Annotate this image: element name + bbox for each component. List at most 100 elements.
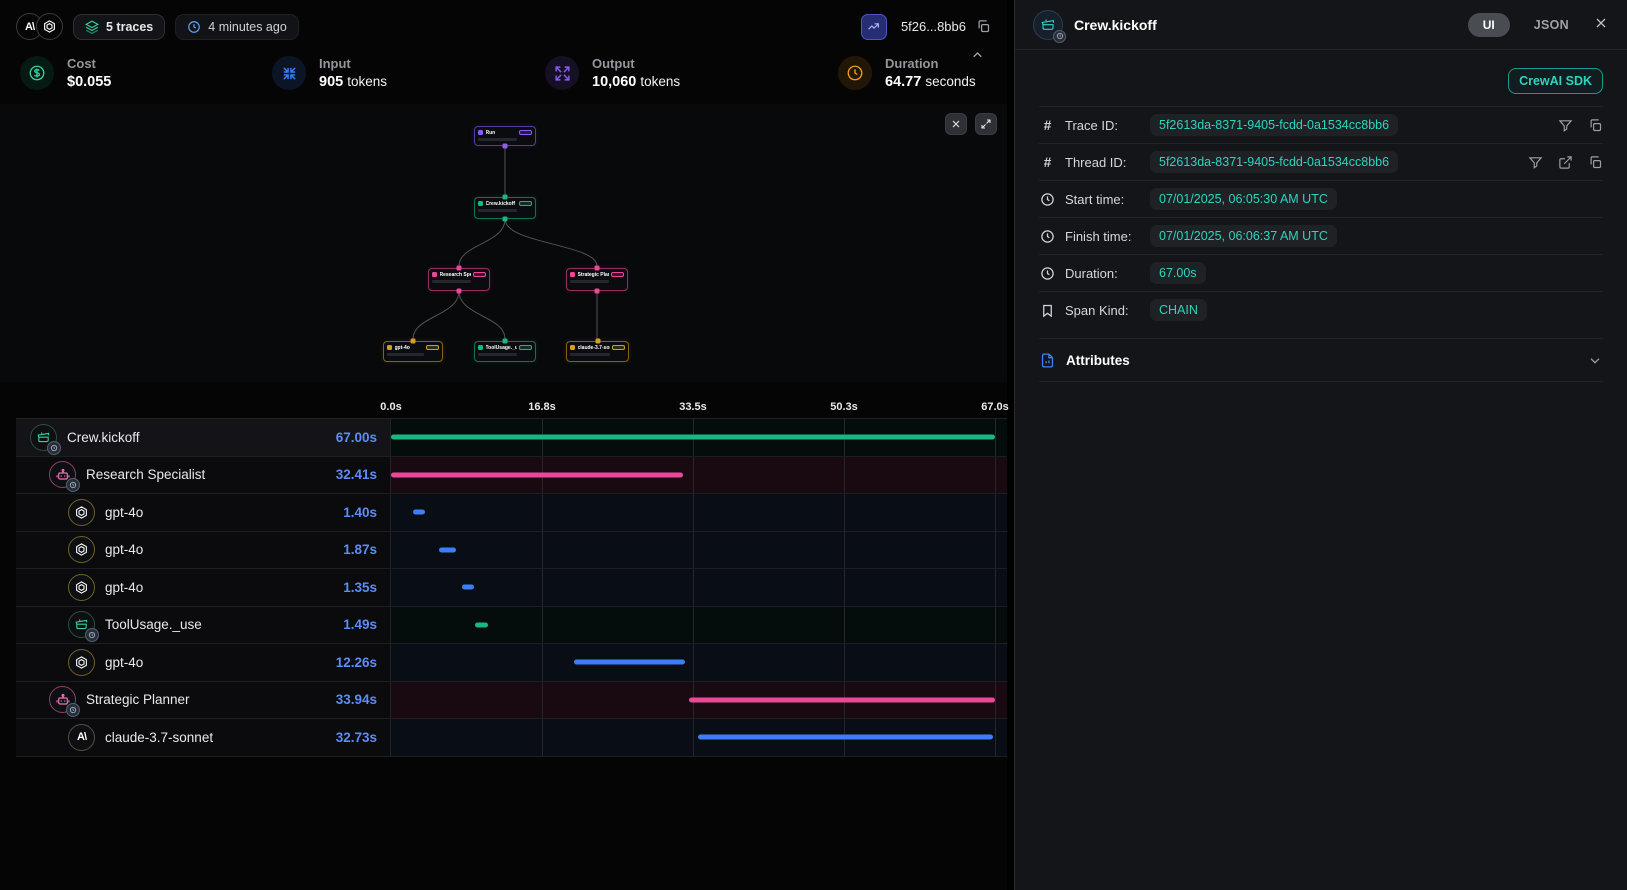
time-ago-badge: 4 minutes ago [175,14,299,40]
span-duration: 67.00s [336,430,377,445]
stat-label: Output [592,56,680,71]
node-subtitle [478,209,517,212]
hash-icon: # [1039,155,1056,170]
gridline [693,719,694,756]
span-detail-panel: Crew.kickoff UI JSON CrewAI SDK # Trace … [1014,0,1627,890]
waterfall-row[interactable]: Crew.kickoff 67.00s [16,419,1007,457]
field-value[interactable]: CHAIN [1150,299,1207,321]
close-icon [950,118,962,130]
span-duration: 1.87s [343,542,377,557]
span-duration: 32.41s [336,467,377,482]
field-label: Start time: [1065,192,1141,207]
edge-handle [503,144,508,149]
gridline [995,457,996,494]
waterfall-row[interactable]: gpt-4o 12.26s [16,644,1007,682]
bookmark-icon [1039,303,1056,318]
agent-icon [49,461,76,488]
copy-trace-id-button[interactable] [976,19,991,34]
gridline [844,569,845,606]
field-label: Trace ID: [1065,118,1141,133]
clock-icon [1039,192,1056,207]
gridline [995,719,996,756]
node-type-icon [570,345,575,350]
filter-icon[interactable] [1558,118,1573,133]
attributes-section[interactable]: Attributes [1039,338,1603,382]
copy-icon[interactable] [1588,155,1603,170]
graph-node-claude[interactable]: claude-3.7-sonnet [566,341,629,362]
openai-icon [68,536,95,563]
tab-ui[interactable]: UI [1468,13,1510,37]
field-value[interactable]: 5f2613da-8371-9405-fcdd-0a1534cc8bb6 [1150,151,1398,173]
time-ago-label: 4 minutes ago [208,20,287,34]
openai-icon [68,649,95,676]
span-duration: 1.40s [343,505,377,520]
close-graph-button[interactable] [945,113,967,135]
span-name: ToolUsage._use [105,617,202,632]
gridline [542,607,543,644]
span-name: gpt-4o [105,505,143,520]
traces-count-badge[interactable]: 5 traces [73,14,165,40]
duration-bar [391,472,683,477]
graph-node-tool[interactable]: ToolUsage._use [474,341,536,362]
copy-icon[interactable] [1588,118,1603,133]
edge-handle [595,266,600,271]
waterfall-row[interactable]: gpt-4o 1.40s [16,494,1007,532]
tab-json[interactable]: JSON [1528,17,1575,33]
trace-header: A\ 5 traces 4 minutes ago 5f26...8bb6 [0,0,1007,48]
stat-value: 64.77 [885,74,921,90]
gridline [693,569,694,606]
node-badge [519,130,532,135]
field-value[interactable]: 67.00s [1150,262,1206,284]
stat-label: Cost [67,56,111,71]
span-duration: 1.49s [343,617,377,632]
gridline [693,532,694,569]
time-axis: 0.0s16.8s33.5s50.3s67.0s [391,392,1007,418]
span-name: Strategic Planner [86,692,190,707]
gridline [844,607,845,644]
span-name: gpt-4o [105,542,143,557]
layers-icon [85,20,99,34]
axis-tick: 0.0s [380,401,401,413]
waterfall-row[interactable]: A\ claude-3.7-sonnet 32.73s [16,719,1007,757]
waterfall-row[interactable]: gpt-4o 1.87s [16,532,1007,570]
close-panel-button[interactable] [1593,15,1609,34]
gridline [995,569,996,606]
field-value[interactable]: 07/01/2025, 06:05:30 AM UTC [1150,188,1337,210]
duration-bar [391,435,995,440]
document-icon [1039,352,1056,369]
waterfall-row[interactable]: Research Specialist 32.41s [16,457,1007,495]
field-value[interactable]: 5f2613da-8371-9405-fcdd-0a1534cc8bb6 [1150,114,1398,136]
duration-bar [439,547,456,552]
graph-node-gpt[interactable]: gpt-4o [383,341,443,362]
waterfall-row[interactable]: Strategic Planner 33.94s [16,682,1007,720]
filter-icon[interactable] [1528,155,1543,170]
trace-graph: Run Crew.kickoff Research Speciali... St… [0,104,1007,382]
arrows-in-icon [272,56,306,90]
openai-icon [68,574,95,601]
chevron-up-icon [970,48,985,63]
node-subtitle [570,353,610,356]
waterfall-row[interactable]: ToolUsage._use 1.49s [16,607,1007,645]
node-badge [473,272,486,277]
expand-graph-button[interactable] [975,113,997,135]
waterfall-row[interactable]: gpt-4o 1.35s [16,569,1007,607]
agentops-badge-icon [85,628,99,642]
stat-cost: Cost $0.055 [20,56,272,90]
node-badge [612,345,625,350]
node-subtitle [478,138,517,141]
collapse-stats-button[interactable] [970,48,985,66]
edge-handle [503,217,508,222]
chevron-down-icon[interactable] [1587,352,1603,368]
span-name: claude-3.7-sonnet [105,730,213,745]
span-duration: 32.73s [336,730,377,745]
external-link-icon[interactable] [1558,155,1573,170]
sdk-badge: CrewAI SDK [1508,68,1603,94]
span-duration: 1.35s [343,580,377,595]
traces-count-label: 5 traces [106,20,153,34]
field-value[interactable]: 07/01/2025, 06:06:37 AM UTC [1150,225,1337,247]
gridline [995,419,996,456]
detail-field: # Thread ID: 5f2613da-8371-9405-fcdd-0a1… [1039,143,1603,180]
detail-header: Crew.kickoff UI JSON [1015,0,1627,50]
detail-field: Duration: 67.00s [1039,254,1603,291]
node-type-icon [478,345,483,350]
